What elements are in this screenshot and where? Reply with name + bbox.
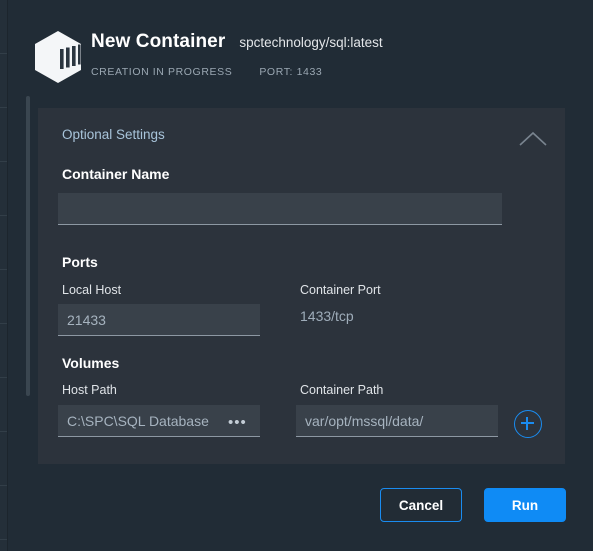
local-host-input[interactable] — [58, 304, 260, 336]
image-tag-label: spctechnology/sql:latest — [239, 35, 383, 50]
volumes-heading: Volumes — [62, 355, 120, 371]
ellipsis-icon[interactable]: ••• — [228, 414, 247, 432]
list-item[interactable] — [0, 432, 7, 486]
list-item[interactable] — [0, 378, 7, 432]
container-port-label: Container Port — [300, 283, 381, 297]
container-port-value: 1433/tcp — [300, 308, 354, 324]
chevron-up-icon[interactable] — [517, 128, 549, 150]
container-name-heading: Container Name — [62, 166, 170, 182]
meta-row: CREATION IN PROGRESS PORT: 1433 — [91, 66, 322, 78]
local-host-label: Local Host — [62, 283, 122, 297]
optional-settings-title: Optional Settings — [62, 127, 165, 142]
run-button[interactable]: Run — [484, 488, 566, 522]
list-item[interactable] — [0, 270, 7, 324]
host-path-label: Host Path — [62, 383, 117, 397]
container-path-input[interactable] — [296, 405, 498, 437]
status-badge: CREATION IN PROGRESS — [91, 66, 233, 78]
container-name-input[interactable] — [58, 193, 502, 225]
container-path-label: Container Path — [300, 383, 384, 397]
cancel-button[interactable]: Cancel — [380, 488, 462, 522]
list-item[interactable] — [0, 162, 7, 216]
list-item[interactable] — [0, 324, 7, 378]
container-header: New Container spctechnology/sql:latest C… — [0, 0, 593, 108]
port-meta-label: PORT: 1433 — [259, 66, 323, 78]
list-item[interactable] — [0, 216, 7, 270]
title-row: New Container spctechnology/sql:latest — [91, 31, 383, 53]
content-scrollbar[interactable] — [26, 96, 30, 396]
ports-heading: Ports — [62, 254, 98, 270]
list-item[interactable] — [0, 486, 7, 540]
container-box-icon — [33, 30, 83, 84]
list-item[interactable] — [0, 108, 7, 162]
plus-circle-icon[interactable] — [514, 410, 542, 438]
optional-settings-panel: Optional Settings Container Name Ports L… — [38, 108, 565, 464]
page-title: New Container — [91, 31, 226, 52]
